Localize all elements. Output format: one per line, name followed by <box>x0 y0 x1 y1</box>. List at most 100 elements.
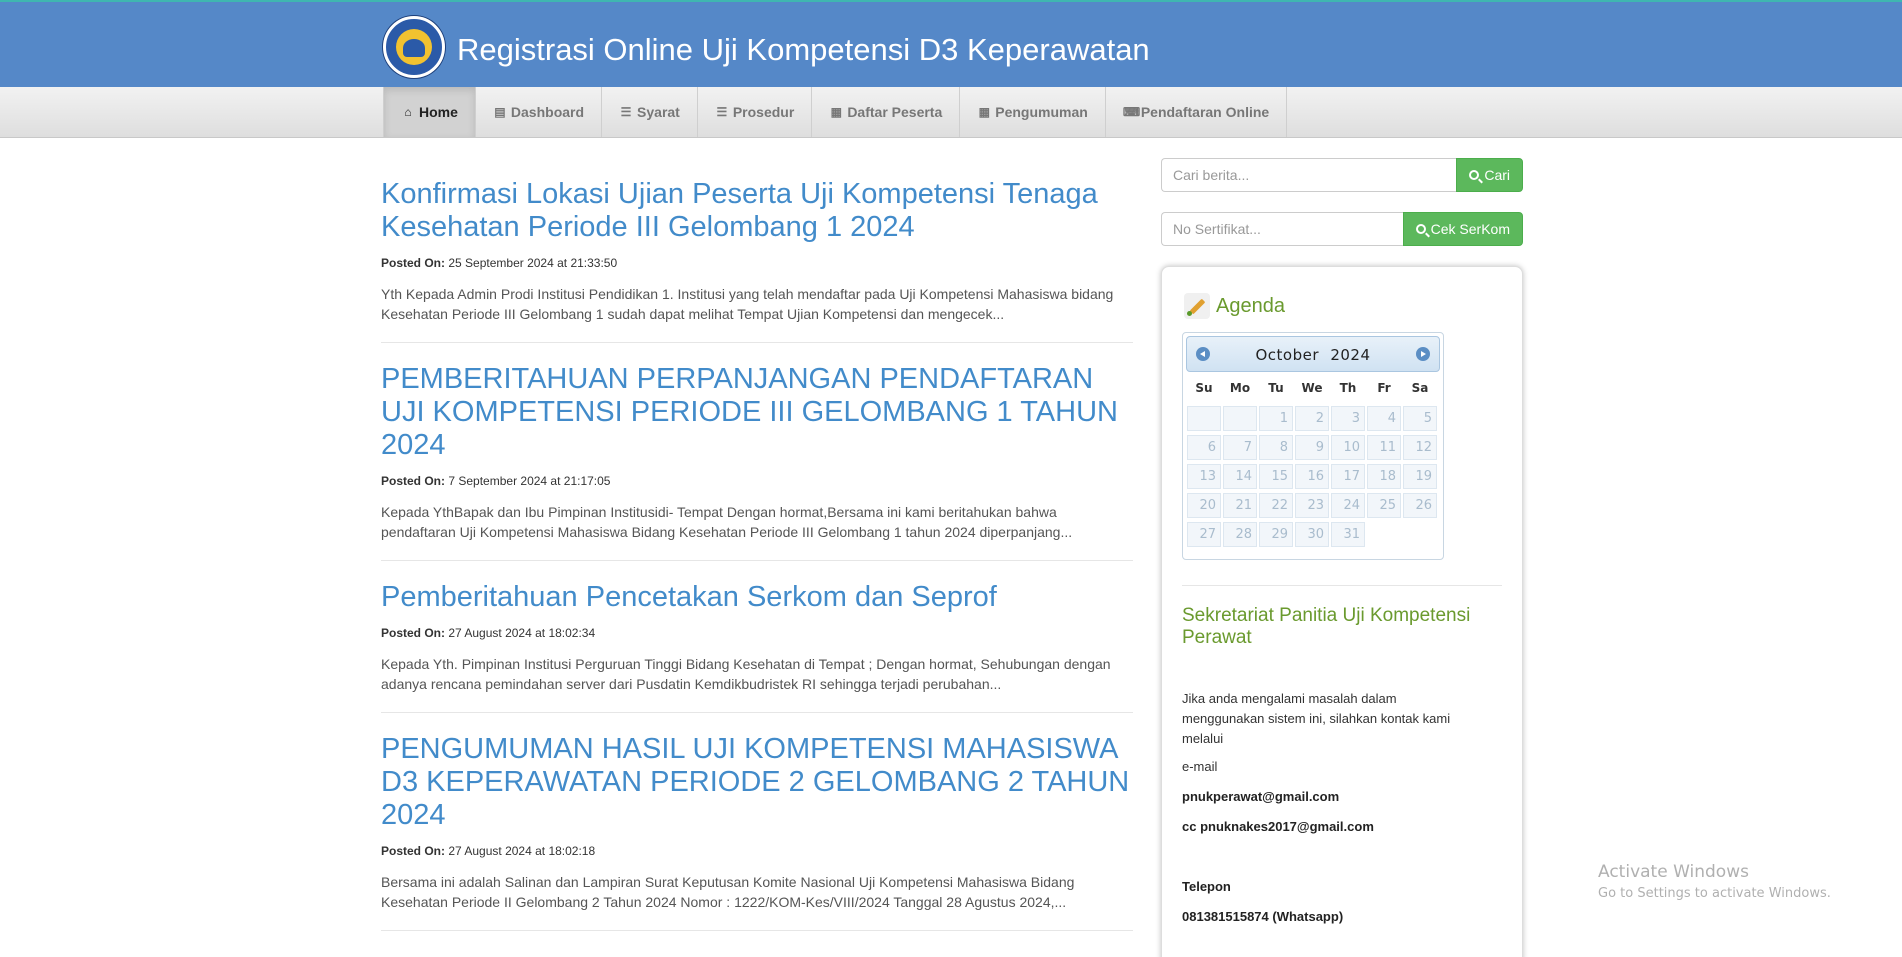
calendar-day[interactable]: 4 <box>1367 406 1401 431</box>
calendar-day[interactable]: 15 <box>1259 464 1293 489</box>
calendar-weekday: Tu <box>1268 381 1284 395</box>
nav-label: Syarat <box>637 104 680 120</box>
activate-windows-watermark: Activate Windows Go to Settings to activ… <box>1598 862 1831 901</box>
calendar-day[interactable]: 6 <box>1187 435 1221 460</box>
calendar-day[interactable]: 23 <box>1295 493 1329 518</box>
keyboard-icon: ⌨ <box>1122 105 1141 119</box>
post-date: 27 August 2024 at 18:02:34 <box>448 626 596 640</box>
calendar-year: 2024 <box>1330 346 1371 364</box>
calendar-day[interactable]: 17 <box>1331 464 1365 489</box>
news-search-input[interactable] <box>1161 158 1457 192</box>
post-date: 27 August 2024 at 18:02:18 <box>448 844 596 858</box>
calendar-header: October 2024 <box>1186 336 1440 372</box>
calendar-day[interactable]: 8 <box>1259 435 1293 460</box>
nav-item-daftar-peserta[interactable]: ▦ Daftar Peserta <box>811 87 959 137</box>
calendar-day[interactable]: 25 <box>1367 493 1401 518</box>
agenda-header: Agenda <box>1184 293 1285 319</box>
calendar-day[interactable]: 22 <box>1259 493 1293 518</box>
table-icon: ▦ <box>978 105 990 119</box>
calendar-day[interactable]: 2 <box>1295 406 1329 431</box>
post-title-link[interactable]: Pemberitahuan Pencetakan Serkom dan Sepr… <box>381 581 1133 614</box>
calendar-day[interactable]: 26 <box>1403 493 1437 518</box>
list-icon: ☰ <box>716 105 728 119</box>
email-primary[interactable]: pnukperawat@gmail.com <box>1182 789 1339 804</box>
calendar-grid: Su Mo Tu We Th Fr Sa 1 2 3 4 5 6 7 8 9 10 11 12 13 14 15 16 17 1… <box>1187 378 1440 547</box>
calendar-day[interactable]: 14 <box>1223 464 1257 489</box>
post-title-link[interactable]: PENGUMUMAN HASIL UJI KOMPETENSI MAHASISW… <box>381 733 1133 832</box>
agenda-panel: Agenda October 2024 Su Mo Tu We Th Fr Sa 1 2 3 4 5 6… <box>1161 266 1523 957</box>
calendar-day[interactable]: 9 <box>1295 435 1329 460</box>
calendar-month-year: October 2024 <box>1187 346 1439 364</box>
post-meta: Posted On: 27 August 2024 at 18:02:34 <box>381 626 1133 640</box>
tut-wuri-handayani-logo[interactable] <box>383 16 445 78</box>
calendar-weekday: Th <box>1339 381 1357 395</box>
check-certificate-label: Cek SerKom <box>1430 221 1510 237</box>
search-button[interactable]: Cari <box>1456 158 1523 192</box>
nav-label: Pengumuman <box>995 104 1088 120</box>
nav-item-dashboard[interactable]: ▤ Dashboard <box>474 87 601 137</box>
watermark-title: Activate Windows <box>1598 862 1749 882</box>
post-title-link[interactable]: Konfirmasi Lokasi Ujian Peserta Uji Komp… <box>381 178 1133 244</box>
contact-intro: Jika anda mengalami masalah dalam menggu… <box>1182 691 1451 746</box>
calendar-day[interactable]: 10 <box>1331 435 1365 460</box>
phone-number[interactable]: 081381515874 (Whatsapp) <box>1182 909 1343 924</box>
calendar-day[interactable]: 3 <box>1331 406 1365 431</box>
nav-item-home[interactable]: ⌂ Home <box>383 87 475 137</box>
calendar-empty-cell <box>1187 406 1221 431</box>
news-post: Konfirmasi Lokasi Ujian Peserta Uji Komp… <box>381 178 1133 343</box>
news-list: Konfirmasi Lokasi Ujian Peserta Uji Komp… <box>381 160 1133 951</box>
calendar-day[interactable]: 11 <box>1367 435 1401 460</box>
post-title-link[interactable]: PEMBERITAHUAN PERPANJANGAN PENDAFTARAN U… <box>381 363 1133 462</box>
pencil-icon <box>1184 293 1210 319</box>
news-post: Pemberitahuan Pencetakan Serkom dan Sepr… <box>381 581 1133 713</box>
calendar-day[interactable]: 18 <box>1367 464 1401 489</box>
post-meta: Posted On: 25 September 2024 at 21:33:50 <box>381 256 1133 270</box>
calendar-empty-cell <box>1223 406 1257 431</box>
nav-item-prosedur[interactable]: ☰ Prosedur <box>696 87 811 137</box>
calendar-day[interactable]: 16 <box>1295 464 1329 489</box>
calendar-month: October <box>1255 346 1320 364</box>
calendar-day[interactable]: 27 <box>1187 522 1221 547</box>
post-meta: Posted On: 27 August 2024 at 18:02:18 <box>381 844 1133 858</box>
site-title[interactable]: Registrasi Online Uji Kompetensi D3 Kepe… <box>457 32 1150 68</box>
agenda-calendar: October 2024 Su Mo Tu We Th Fr Sa 1 2 3 4 5 6 7 8 9 10 11… <box>1182 332 1444 560</box>
post-excerpt: Yth Kepada Admin Prodi Institusi Pendidi… <box>381 286 1114 322</box>
next-month-icon[interactable] <box>1416 347 1430 361</box>
calendar-day[interactable]: 24 <box>1331 493 1365 518</box>
search-button-label: Cari <box>1484 167 1510 183</box>
calendar-day[interactable]: 28 <box>1223 522 1257 547</box>
calendar-day[interactable]: 19 <box>1403 464 1437 489</box>
phone-label: Telepon <box>1182 879 1231 894</box>
book-icon: ▤ <box>494 105 506 119</box>
calendar-weekday: We <box>1301 381 1323 395</box>
calendar-day[interactable]: 7 <box>1223 435 1257 460</box>
search-icon <box>1415 224 1426 234</box>
check-certificate-button[interactable]: Cek SerKom <box>1402 212 1523 246</box>
home-icon: ⌂ <box>404 105 412 119</box>
calendar-day[interactable]: 30 <box>1295 522 1329 547</box>
calendar-weekday: Su <box>1195 381 1213 395</box>
calendar-day[interactable]: 29 <box>1259 522 1293 547</box>
logo-wing-shape <box>403 39 425 57</box>
calendar-weekday: Mo <box>1229 381 1251 395</box>
search-icon <box>1469 170 1480 180</box>
secretariat-title: Sekretariat Panitia Uji Kompetensi Peraw… <box>1182 605 1471 648</box>
calendar-day[interactable]: 12 <box>1403 435 1437 460</box>
certificate-number-input[interactable] <box>1161 212 1403 246</box>
certificate-check-form: Cek SerKom <box>1161 212 1523 246</box>
calendar-day[interactable]: 13 <box>1187 464 1221 489</box>
calendar-day[interactable]: 20 <box>1187 493 1221 518</box>
watermark-subtitle: Go to Settings to activate Windows. <box>1598 886 1831 901</box>
sidebar: Cari Cek SerKom Agenda October 2024 SuMo… <box>1161 158 1523 957</box>
calendar-day[interactable]: 31 <box>1331 522 1365 547</box>
nav-item-pengumuman[interactable]: ▦ Pengumuman <box>959 87 1105 137</box>
post-meta: Posted On: 7 September 2024 at 21:17:05 <box>381 474 1133 488</box>
nav-item-pendaftaran-online[interactable]: ⌨ Pendaftaran Online <box>1104 87 1288 137</box>
calendar-day[interactable]: 21 <box>1223 493 1257 518</box>
site-header: Registrasi Online Uji Kompetensi D3 Kepe… <box>0 0 1902 87</box>
calendar-day[interactable]: 5 <box>1403 406 1437 431</box>
news-post: PEMBERITAHUAN PERPANJANGAN PENDAFTARAN U… <box>381 363 1133 561</box>
calendar-day[interactable]: 1 <box>1259 406 1293 431</box>
nav-item-syarat[interactable]: ☰ Syarat <box>601 87 697 137</box>
email-cc[interactable]: cc pnuknakes2017@gmail.com <box>1182 819 1374 834</box>
